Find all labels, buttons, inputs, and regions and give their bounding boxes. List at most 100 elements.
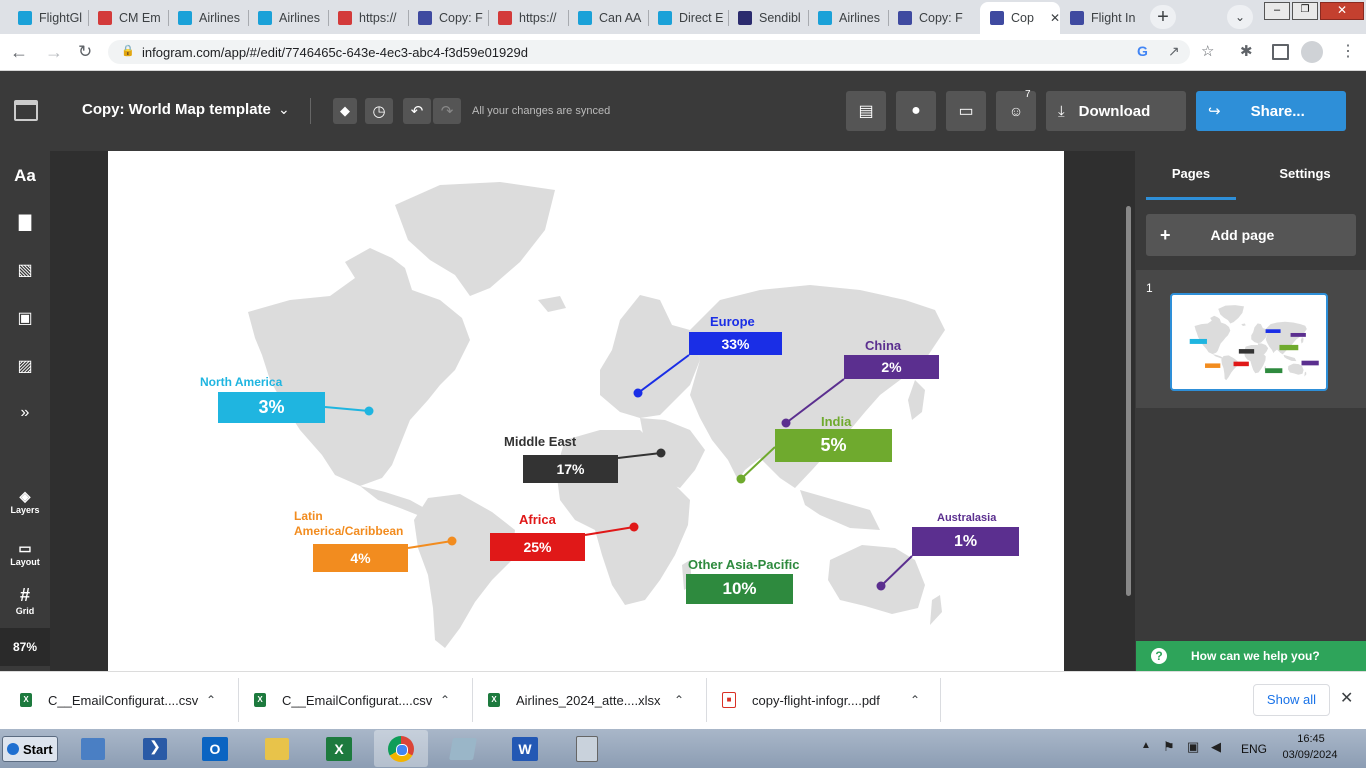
- download-item[interactable]: X C__EmailConfigurat....csv ⌃: [254, 671, 466, 729]
- download-chevron-up-icon[interactable]: ⌃: [674, 693, 684, 707]
- new-tab-button[interactable]: +: [1150, 5, 1176, 29]
- location-dot-india[interactable]: [736, 474, 746, 484]
- region-label-other-asia[interactable]: Other Asia-Pacific: [688, 557, 800, 572]
- tab-settings[interactable]: Settings: [1260, 166, 1350, 181]
- forward-icon[interactable]: →: [45, 42, 65, 63]
- region-value-north-america[interactable]: 3%: [218, 392, 325, 423]
- location-dot-africa[interactable]: [629, 522, 639, 532]
- location-dot-north-america[interactable]: [364, 406, 374, 416]
- region-value-china[interactable]: 2%: [844, 355, 939, 379]
- notes-app-icon[interactable]: [436, 730, 490, 767]
- url-text[interactable]: infogram.com/app/#/edit/7746465c-643e-4e…: [142, 45, 528, 60]
- region-value-middle-east[interactable]: 17%: [523, 455, 618, 483]
- location-dot-australasia[interactable]: [876, 581, 886, 591]
- download-item[interactable]: X Airlines_2024_atte....xlsx ⌃: [488, 671, 700, 729]
- grid-button[interactable]: # Grid: [0, 585, 50, 616]
- browser-tab[interactable]: https://: [488, 4, 568, 32]
- browser-tab[interactable]: Can AA: [568, 4, 648, 32]
- download-item[interactable]: X C__EmailConfigurat....csv ⌃: [20, 671, 232, 729]
- location-dot-latin-america[interactable]: [447, 536, 457, 546]
- bookmark-star-icon[interactable]: ☆: [1201, 42, 1214, 60]
- tab-close-icon[interactable]: ✕: [1050, 11, 1060, 25]
- network-app-icon[interactable]: [66, 730, 120, 767]
- profile-avatar[interactable]: [1301, 41, 1323, 63]
- region-value-india[interactable]: 5%: [775, 429, 892, 462]
- region-value-latin-america[interactable]: 4%: [313, 544, 408, 572]
- region-value-australasia[interactable]: 1%: [912, 527, 1019, 556]
- help-bar[interactable]: ? How can we help you?: [1136, 641, 1366, 671]
- chrome-icon[interactable]: [374, 730, 428, 767]
- map-tool-icon[interactable]: ▧: [0, 260, 50, 280]
- file-explorer-icon[interactable]: [250, 730, 304, 767]
- history-clock-icon[interactable]: ◷: [365, 98, 393, 124]
- powershell-icon[interactable]: ❯: [128, 730, 182, 767]
- back-icon[interactable]: ←: [10, 42, 30, 63]
- browser-tab[interactable]: Direct E: [648, 4, 728, 32]
- region-label-india[interactable]: India: [821, 414, 851, 429]
- browser-tab[interactable]: Flight In: [1060, 4, 1140, 32]
- location-dot-middle-east[interactable]: [656, 448, 666, 458]
- browser-tab[interactable]: Sendibl: [728, 4, 808, 32]
- browser-tab[interactable]: https://: [328, 4, 408, 32]
- browser-tab[interactable]: CM Em: [88, 4, 168, 32]
- zoom-level[interactable]: 87%: [0, 628, 50, 666]
- volume-icon[interactable]: ◀: [1211, 739, 1221, 755]
- canvas-scrollbar[interactable]: [1126, 206, 1131, 596]
- calculator-icon[interactable]: [560, 730, 614, 767]
- tab-search-icon[interactable]: ⌄: [1227, 5, 1253, 29]
- reload-icon[interactable]: ↻: [78, 42, 98, 62]
- browser-tab[interactable]: Airlines: [168, 4, 248, 32]
- region-value-other-asia[interactable]: 10%: [686, 574, 793, 604]
- layout-button[interactable]: ▭ Layout: [0, 540, 50, 567]
- infographic-page[interactable]: North America 3% Europe 33% China 2% India 5% Mi…: [108, 151, 1064, 671]
- add-page-button[interactable]: + Add page: [1146, 214, 1356, 256]
- undo-icon[interactable]: ↶: [403, 98, 431, 124]
- clock-date[interactable]: 03/09/2024: [1280, 749, 1340, 761]
- notes-icon[interactable]: ▤: [846, 91, 886, 131]
- excel-icon[interactable]: X: [312, 730, 366, 767]
- text-tool-icon[interactable]: Aa: [0, 166, 50, 186]
- region-label-australasia[interactable]: Australasia: [937, 511, 996, 526]
- browser-menu-icon[interactable]: ⋮: [1340, 41, 1356, 61]
- browser-tab[interactable]: Copy: F: [408, 4, 488, 32]
- location-dot-europe[interactable]: [633, 388, 643, 398]
- region-label-north-america[interactable]: North America: [200, 375, 282, 390]
- location-dot-china[interactable]: [781, 418, 791, 428]
- redo-icon[interactable]: ↷: [433, 98, 461, 124]
- flag-icon[interactable]: ⚑: [1163, 739, 1175, 755]
- document-title[interactable]: Copy: World Map template: [82, 101, 271, 118]
- region-label-africa[interactable]: Africa: [519, 512, 556, 527]
- layout-blocks-icon[interactable]: ▣: [0, 308, 50, 328]
- clock-time[interactable]: 16:45: [1286, 733, 1336, 745]
- outlook-icon[interactable]: O: [188, 730, 242, 767]
- image-tool-icon[interactable]: ▨: [0, 356, 50, 376]
- page-thumbnail[interactable]: [1170, 293, 1328, 391]
- word-icon[interactable]: W: [498, 730, 552, 767]
- tab-pages[interactable]: Pages: [1146, 166, 1236, 181]
- language-indicator[interactable]: ENG: [1241, 742, 1267, 756]
- more-tools-icon[interactable]: »: [0, 404, 50, 422]
- side-panel-icon[interactable]: [1272, 44, 1289, 60]
- browser-tab[interactable]: Cop ✕: [980, 2, 1060, 34]
- window-minimize-icon[interactable]: ‒: [1264, 2, 1290, 20]
- tray-expand-icon[interactable]: ▲: [1141, 740, 1151, 751]
- download-chevron-up-icon[interactable]: ⌃: [206, 693, 216, 707]
- share-button[interactable]: ↪ Share...: [1196, 91, 1346, 131]
- browser-tab[interactable]: Airlines: [248, 4, 328, 32]
- layers-button[interactable]: ◈ Layers: [0, 488, 50, 515]
- browser-tab[interactable]: Copy: F: [888, 4, 980, 32]
- library-icon[interactable]: [14, 100, 38, 121]
- download-chevron-up-icon[interactable]: ⌃: [440, 693, 450, 707]
- download-button[interactable]: ⤓ Download: [1046, 91, 1186, 131]
- extensions-icon[interactable]: ✱: [1240, 42, 1253, 60]
- title-chevron-down-icon[interactable]: ⌄: [278, 101, 290, 118]
- start-button[interactable]: Start: [2, 736, 58, 762]
- region-label-europe[interactable]: Europe: [710, 314, 755, 329]
- region-label-middle-east[interactable]: Middle East: [504, 434, 576, 449]
- download-item[interactable]: ■ copy-flight-infogr....pdf ⌃: [722, 671, 934, 729]
- browser-tab[interactable]: Airlines: [808, 4, 888, 32]
- region-value-europe[interactable]: 33%: [689, 332, 782, 355]
- tag-icon[interactable]: ◆: [333, 98, 357, 124]
- close-downloads-icon[interactable]: ✕: [1340, 688, 1353, 708]
- network-icon[interactable]: ▣: [1187, 739, 1199, 755]
